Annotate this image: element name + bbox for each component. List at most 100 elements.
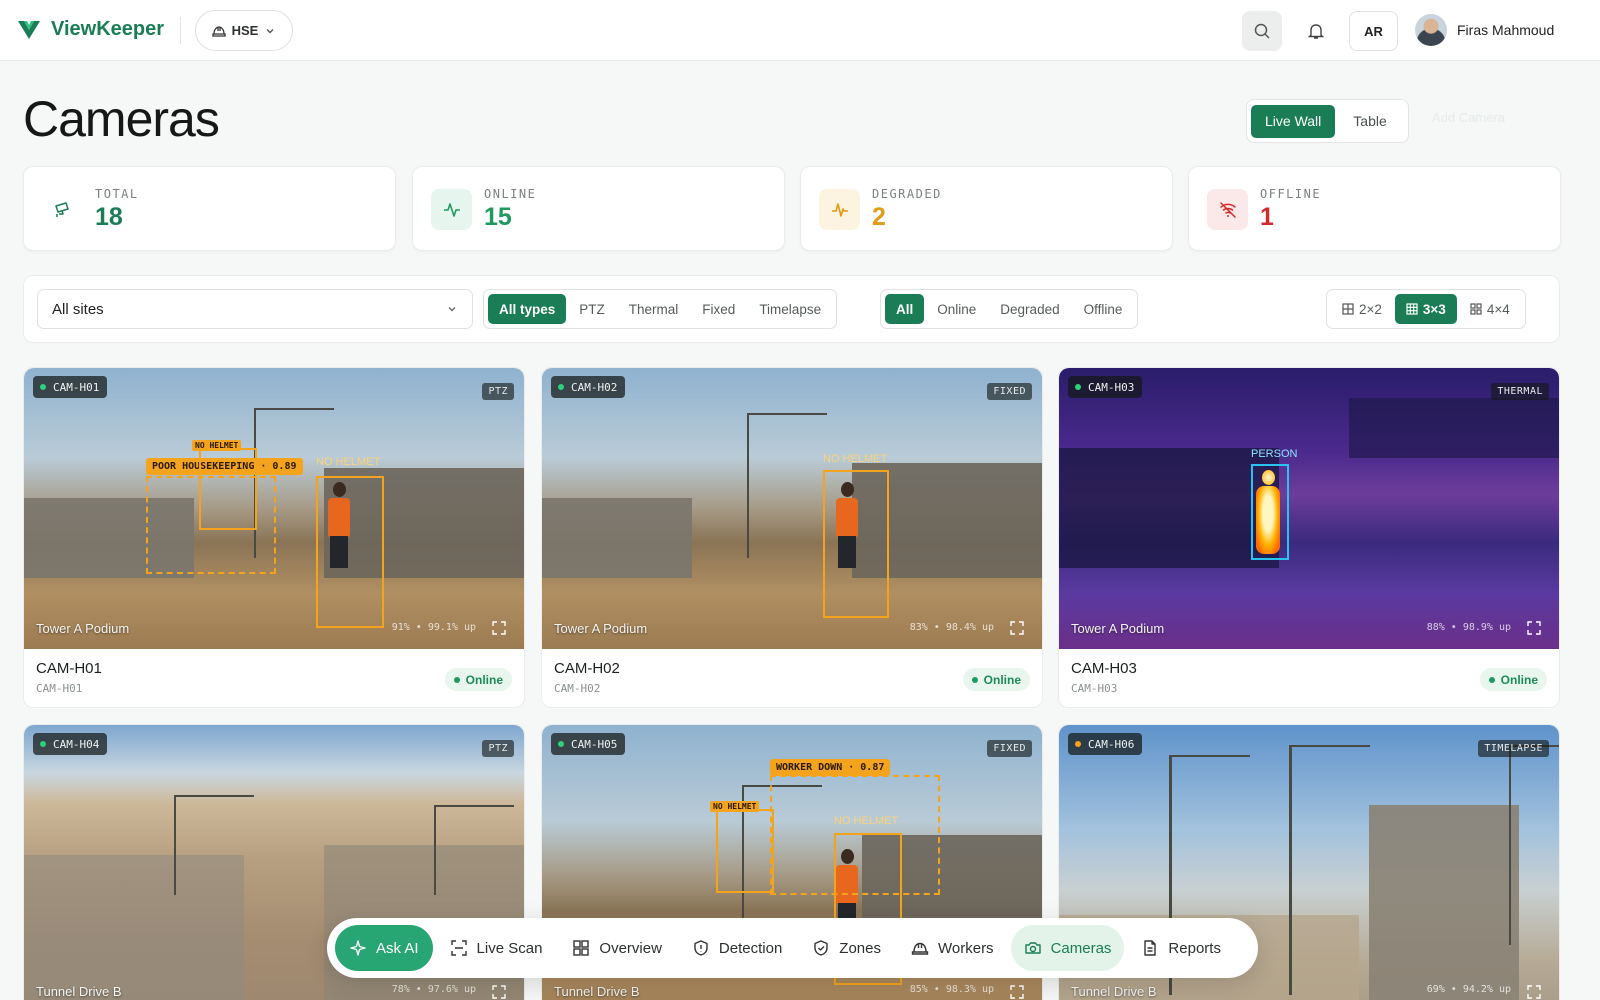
grid-2x2-button[interactable]: 2×2 bbox=[1331, 294, 1393, 324]
fullscreen-icon[interactable] bbox=[492, 621, 506, 635]
brand-logo[interactable]: ViewKeeper bbox=[16, 16, 164, 42]
header-divider bbox=[180, 17, 181, 44]
language-toggle[interactable]: AR bbox=[1349, 11, 1398, 51]
building-shape bbox=[1369, 805, 1519, 1000]
camera-icon bbox=[1024, 942, 1041, 954]
camera-card-h03[interactable]: PERSON CAM-H03 THERMAL Tower A Podium 88… bbox=[1058, 367, 1560, 708]
page-title: Cameras bbox=[23, 91, 220, 147]
nav-zones[interactable]: Zones bbox=[799, 925, 894, 971]
nav-label: Live Scan bbox=[476, 939, 543, 957]
nav-overview[interactable]: Overview bbox=[559, 925, 675, 971]
status-dot bbox=[971, 676, 978, 683]
type-filter-thermal[interactable]: Thermal bbox=[618, 294, 690, 324]
camera-id-chip-label: CAM-H02 bbox=[571, 380, 618, 394]
camera-feed[interactable]: PERSON CAM-H03 THERMAL Tower A Podium 88… bbox=[1059, 368, 1559, 649]
site-select-value: All sites bbox=[52, 300, 104, 318]
viewkeeper-logo-icon bbox=[18, 21, 40, 39]
status-badge: Online bbox=[1479, 668, 1547, 691]
fullscreen-icon[interactable] bbox=[492, 985, 506, 999]
grid-4x4-button[interactable]: 4×4 bbox=[1459, 294, 1521, 324]
nav-label: Detection bbox=[718, 939, 783, 957]
nav-label: Ask AI bbox=[376, 939, 419, 957]
stat-card-total: TOTAL 18 bbox=[23, 166, 396, 251]
status-filter-offline[interactable]: Offline bbox=[1073, 294, 1134, 324]
status-dot bbox=[453, 676, 460, 683]
camera-type-chip: FIXED bbox=[987, 740, 1032, 757]
camera-card-footer: CAM-H03 CAM-H03 Online bbox=[1059, 649, 1559, 707]
detection-box bbox=[316, 476, 384, 628]
workspace-selector[interactable]: HSE bbox=[195, 10, 293, 51]
camera-id-chip: CAM-H04 bbox=[33, 733, 108, 755]
feed-site-label: Tunnel Drive B bbox=[554, 984, 640, 999]
type-filter-all[interactable]: All types bbox=[488, 294, 567, 324]
nav-reports[interactable]: Reports bbox=[1128, 925, 1234, 971]
status-filter: All Online Degraded Offline bbox=[880, 289, 1139, 329]
status-label: Online bbox=[1500, 672, 1538, 687]
user-menu[interactable]: Firas Mahmoud bbox=[1415, 14, 1554, 46]
feed-metric: 78% • 97.6% up bbox=[391, 984, 476, 995]
shield-check-icon bbox=[814, 940, 828, 956]
stat-card-degraded: DEGRADED 2 bbox=[800, 166, 1173, 251]
camera-feed[interactable]: NO HELMET CAM-H02 FIXED Tower A Podium 8… bbox=[542, 368, 1042, 649]
feed-site-label: Tunnel Drive B bbox=[1071, 984, 1157, 999]
status-filter-online[interactable]: Online bbox=[926, 294, 987, 324]
nav-ask-ai[interactable]: Ask AI bbox=[335, 925, 433, 971]
feed-metric: 69% • 94.2% up bbox=[1426, 984, 1511, 995]
detection-label: NO HELMET bbox=[834, 815, 899, 827]
camera-card-h01[interactable]: POOR HOUSEKEEPING · 0.89 NO HELMET NO HE… bbox=[23, 367, 525, 708]
detection-label: NO HELMET bbox=[316, 456, 381, 468]
nav-workers[interactable]: Workers bbox=[898, 925, 1007, 971]
status-badge: Online bbox=[444, 668, 512, 691]
grid-icon bbox=[1342, 303, 1354, 315]
status-filter-all[interactable]: All bbox=[885, 294, 925, 324]
feed-site-label: Tower A Podium bbox=[554, 621, 648, 636]
stat-card-offline: OFFLINE 1 bbox=[1188, 166, 1561, 251]
detection-box bbox=[716, 809, 774, 893]
notifications-button[interactable] bbox=[1296, 11, 1336, 51]
feed-site-label: Tunnel Drive B bbox=[36, 984, 122, 999]
building-shape bbox=[24, 855, 244, 1000]
detection-box bbox=[823, 470, 889, 618]
view-table-button[interactable]: Table bbox=[1339, 105, 1400, 138]
fullscreen-icon[interactable] bbox=[1527, 985, 1541, 999]
live-dot bbox=[40, 741, 46, 747]
nav-live-scan[interactable]: Live Scan bbox=[437, 925, 556, 971]
bottom-nav: Ask AI Live Scan Overview Detection Zone… bbox=[327, 918, 1258, 978]
nav-label: Cameras bbox=[1050, 939, 1112, 957]
grid-size-toggle: 2×2 3×3 4×4 bbox=[1326, 289, 1526, 329]
stat-value: 18 bbox=[95, 203, 123, 231]
nav-detection[interactable]: Detection bbox=[679, 925, 795, 971]
status-filter-degraded[interactable]: Degraded bbox=[989, 294, 1070, 324]
type-filter-timelapse[interactable]: Timelapse bbox=[748, 294, 832, 324]
type-filter-ptz[interactable]: PTZ bbox=[568, 294, 616, 324]
detection-label: NO HELMET bbox=[823, 453, 888, 465]
camera-id-chip: CAM-H03 bbox=[1068, 376, 1143, 398]
scan-icon bbox=[450, 940, 467, 956]
fullscreen-icon[interactable] bbox=[1527, 621, 1541, 635]
nav-label: Zones bbox=[839, 939, 881, 957]
search-icon bbox=[1254, 23, 1270, 39]
degraded-dot bbox=[1075, 741, 1081, 747]
crane-shape bbox=[174, 795, 254, 895]
fullscreen-icon[interactable] bbox=[1010, 621, 1024, 635]
camera-name: CAM-H03 bbox=[1071, 660, 1137, 677]
site-select[interactable]: All sites bbox=[37, 289, 473, 329]
building-shape bbox=[542, 498, 692, 578]
live-dot bbox=[558, 384, 564, 390]
detection-box bbox=[1251, 464, 1289, 560]
add-camera-button[interactable]: Add Camera bbox=[1432, 110, 1505, 125]
camera-card-h02[interactable]: NO HELMET CAM-H02 FIXED Tower A Podium 8… bbox=[541, 367, 1043, 708]
camera-id: CAM-H01 bbox=[36, 682, 83, 695]
chevron-down-icon bbox=[266, 28, 274, 33]
stat-card-online: ONLINE 15 bbox=[412, 166, 785, 251]
fullscreen-icon[interactable] bbox=[1010, 985, 1024, 999]
type-filter-fixed[interactable]: Fixed bbox=[691, 294, 746, 324]
grid-3x3-button[interactable]: 3×3 bbox=[1394, 294, 1457, 324]
search-button[interactable] bbox=[1242, 11, 1282, 51]
camera-feed[interactable]: POOR HOUSEKEEPING · 0.89 NO HELMET NO HE… bbox=[24, 368, 524, 649]
view-live-wall-button[interactable]: Live Wall bbox=[1251, 104, 1336, 138]
camera-card-footer: CAM-H02 CAM-H02 Online bbox=[542, 649, 1042, 707]
nav-cameras[interactable]: Cameras bbox=[1010, 925, 1125, 971]
feed-site-label: Tower A Podium bbox=[36, 621, 130, 636]
status-label: Online bbox=[983, 672, 1021, 687]
